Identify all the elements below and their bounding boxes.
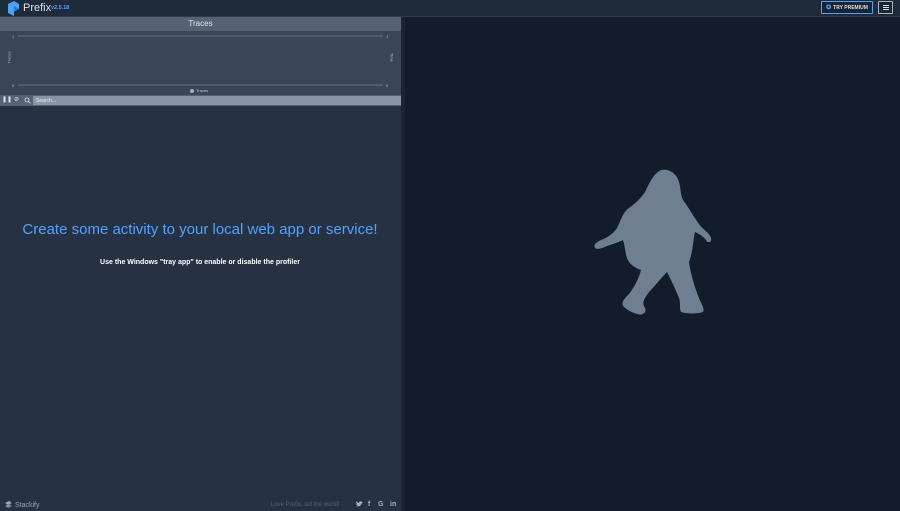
hamburger-menu-icon[interactable]	[878, 1, 893, 14]
twitter-icon[interactable]	[356, 501, 363, 509]
clear-icon[interactable]: ⊘	[13, 97, 20, 104]
y-left-tick-bottom: 0	[12, 83, 15, 88]
search-input[interactable]	[33, 96, 401, 105]
empty-state-title: Create some activity to your local web a…	[22, 221, 378, 238]
y-right-tick-top: 1	[386, 34, 389, 39]
legend-dot-icon	[190, 88, 194, 93]
empty-state-subtitle: Use the Windows "tray app" to enable or …	[100, 259, 300, 266]
chart-legend[interactable]: Traces	[190, 88, 208, 93]
try-premium-button[interactable]: ✪ TRY PREMIUM	[821, 1, 873, 14]
pause-icon[interactable]: ❚❚	[2, 97, 12, 104]
traces-panel: Traces 1 0 1 0 Traces Time Traces ❚❚ ⊘ C…	[0, 17, 401, 511]
facebook-icon[interactable]: f	[368, 501, 370, 508]
bigfoot-illustration	[594, 169, 712, 315]
google-icon[interactable]: G	[378, 501, 383, 508]
traces-chart-canvas: 1 0 1 0	[12, 34, 389, 88]
stackify-logo-icon	[5, 501, 12, 508]
search-icon	[24, 97, 31, 104]
trace-toolbar: ❚❚ ⊘	[0, 95, 401, 106]
search-box	[33, 96, 401, 105]
y-right-tick-bottom: 0	[386, 83, 389, 88]
y-left-tick-top: 1	[12, 34, 15, 39]
love-prefix-text: Love Prefix, tell the world!	[271, 502, 340, 508]
traces-title: Traces	[0, 17, 401, 31]
try-premium-label: TRY PREMIUM	[833, 4, 868, 11]
top-bar: Prefix v2.5.18 ✪ TRY PREMIUM	[0, 0, 900, 17]
linkedin-icon[interactable]: in	[390, 501, 396, 508]
app-name: Prefix	[23, 2, 52, 14]
legend-label: Traces	[196, 88, 209, 93]
y-right-axis-label: Time	[389, 53, 395, 62]
app-version: v2.5.18	[51, 5, 70, 11]
detail-panel	[405, 17, 900, 511]
prefix-logo-icon[interactable]	[7, 1, 20, 16]
stackify-brand[interactable]: Stackify	[4, 501, 40, 510]
traces-chart: 1 0 1 0 Traces Time Traces	[0, 31, 401, 95]
star-icon: ✪	[826, 4, 832, 11]
stackify-label: Stackify	[15, 502, 40, 509]
y-left-axis-label: Traces	[6, 51, 12, 64]
